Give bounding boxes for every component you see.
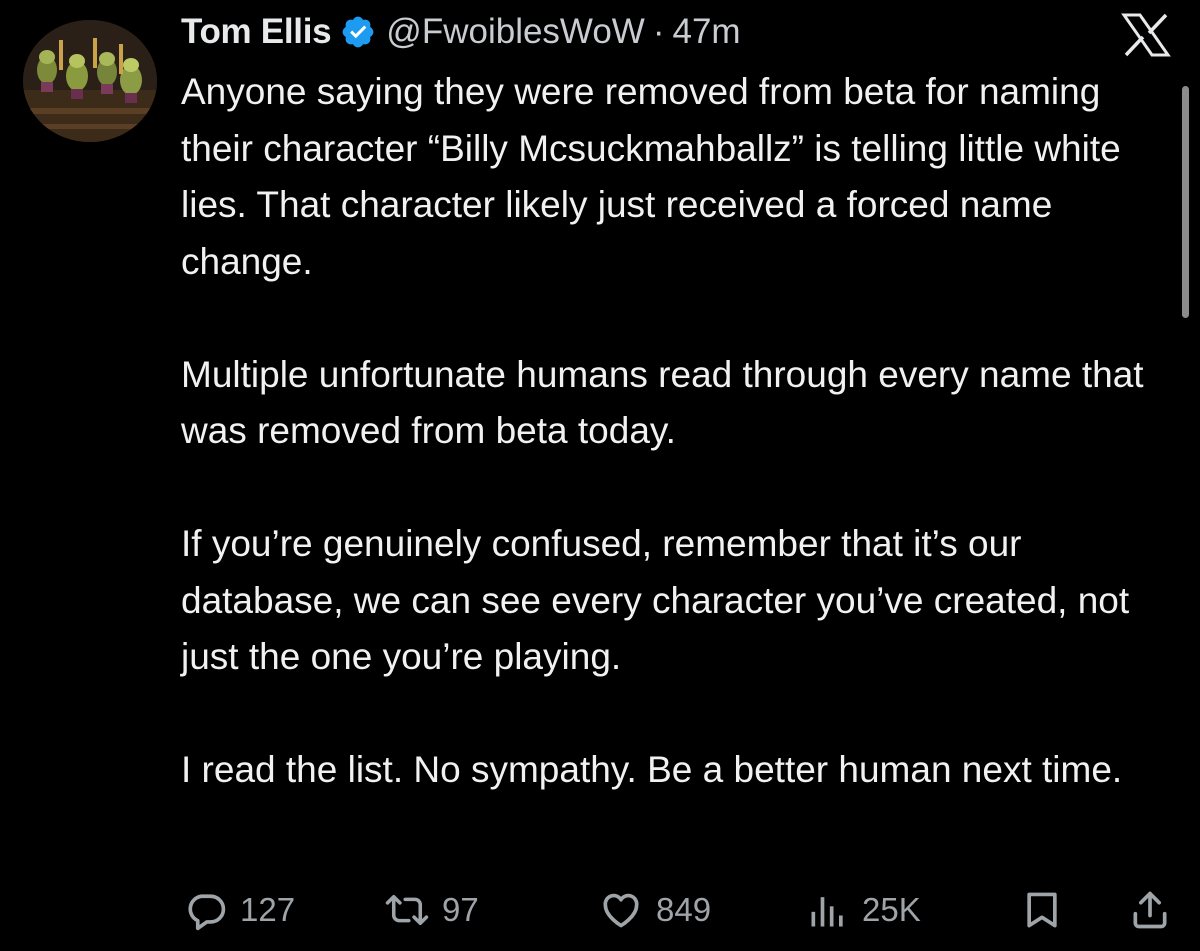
share-button[interactable] <box>1128 880 1172 940</box>
avatar[interactable] <box>23 20 157 142</box>
tweet-paragraph: Multiple unfortunate humans read through… <box>181 353 1144 452</box>
reply-count: 127 <box>240 891 296 928</box>
tweet: Tom Ellis @FwoiblesWoW · 47m Anyone sayi… <box>0 0 1200 951</box>
reply-button[interactable]: 127 <box>184 880 295 940</box>
action-bar: 127 97 849 25K <box>0 880 1200 940</box>
tweet-paragraph: I read the list. No sympathy. Be a bette… <box>181 749 1123 790</box>
header-separator: · <box>652 12 665 51</box>
like-count: 849 <box>656 891 712 928</box>
x-logo-icon[interactable] <box>1121 12 1171 58</box>
verified-badge-icon <box>340 14 376 50</box>
like-button[interactable]: 849 <box>598 880 711 940</box>
views-count: 25K <box>862 891 921 928</box>
reply-icon <box>184 888 228 932</box>
repost-count: 97 <box>442 891 479 928</box>
repost-button[interactable]: 97 <box>384 880 479 940</box>
repost-icon <box>384 888 430 932</box>
heart-icon <box>598 888 644 932</box>
tweet-header: Tom Ellis @FwoiblesWoW · 47m <box>181 6 741 58</box>
views-icon <box>806 888 850 932</box>
share-icon <box>1128 888 1172 932</box>
bookmark-button[interactable] <box>1020 880 1064 940</box>
tweet-timestamp[interactable]: 47m <box>673 12 741 52</box>
author-handle[interactable]: @FwoiblesWoW <box>386 12 645 52</box>
tweet-paragraph: Anyone saying they were removed from bet… <box>181 71 1121 282</box>
tweet-text: Anyone saying they were removed from bet… <box>181 64 1171 799</box>
scrollbar[interactable] <box>1182 86 1189 318</box>
tweet-paragraph: If you’re genuinely confused, remember t… <box>181 523 1130 677</box>
bookmark-icon <box>1020 888 1064 932</box>
views-button[interactable]: 25K <box>806 880 921 940</box>
author-display-name[interactable]: Tom Ellis <box>181 12 332 52</box>
